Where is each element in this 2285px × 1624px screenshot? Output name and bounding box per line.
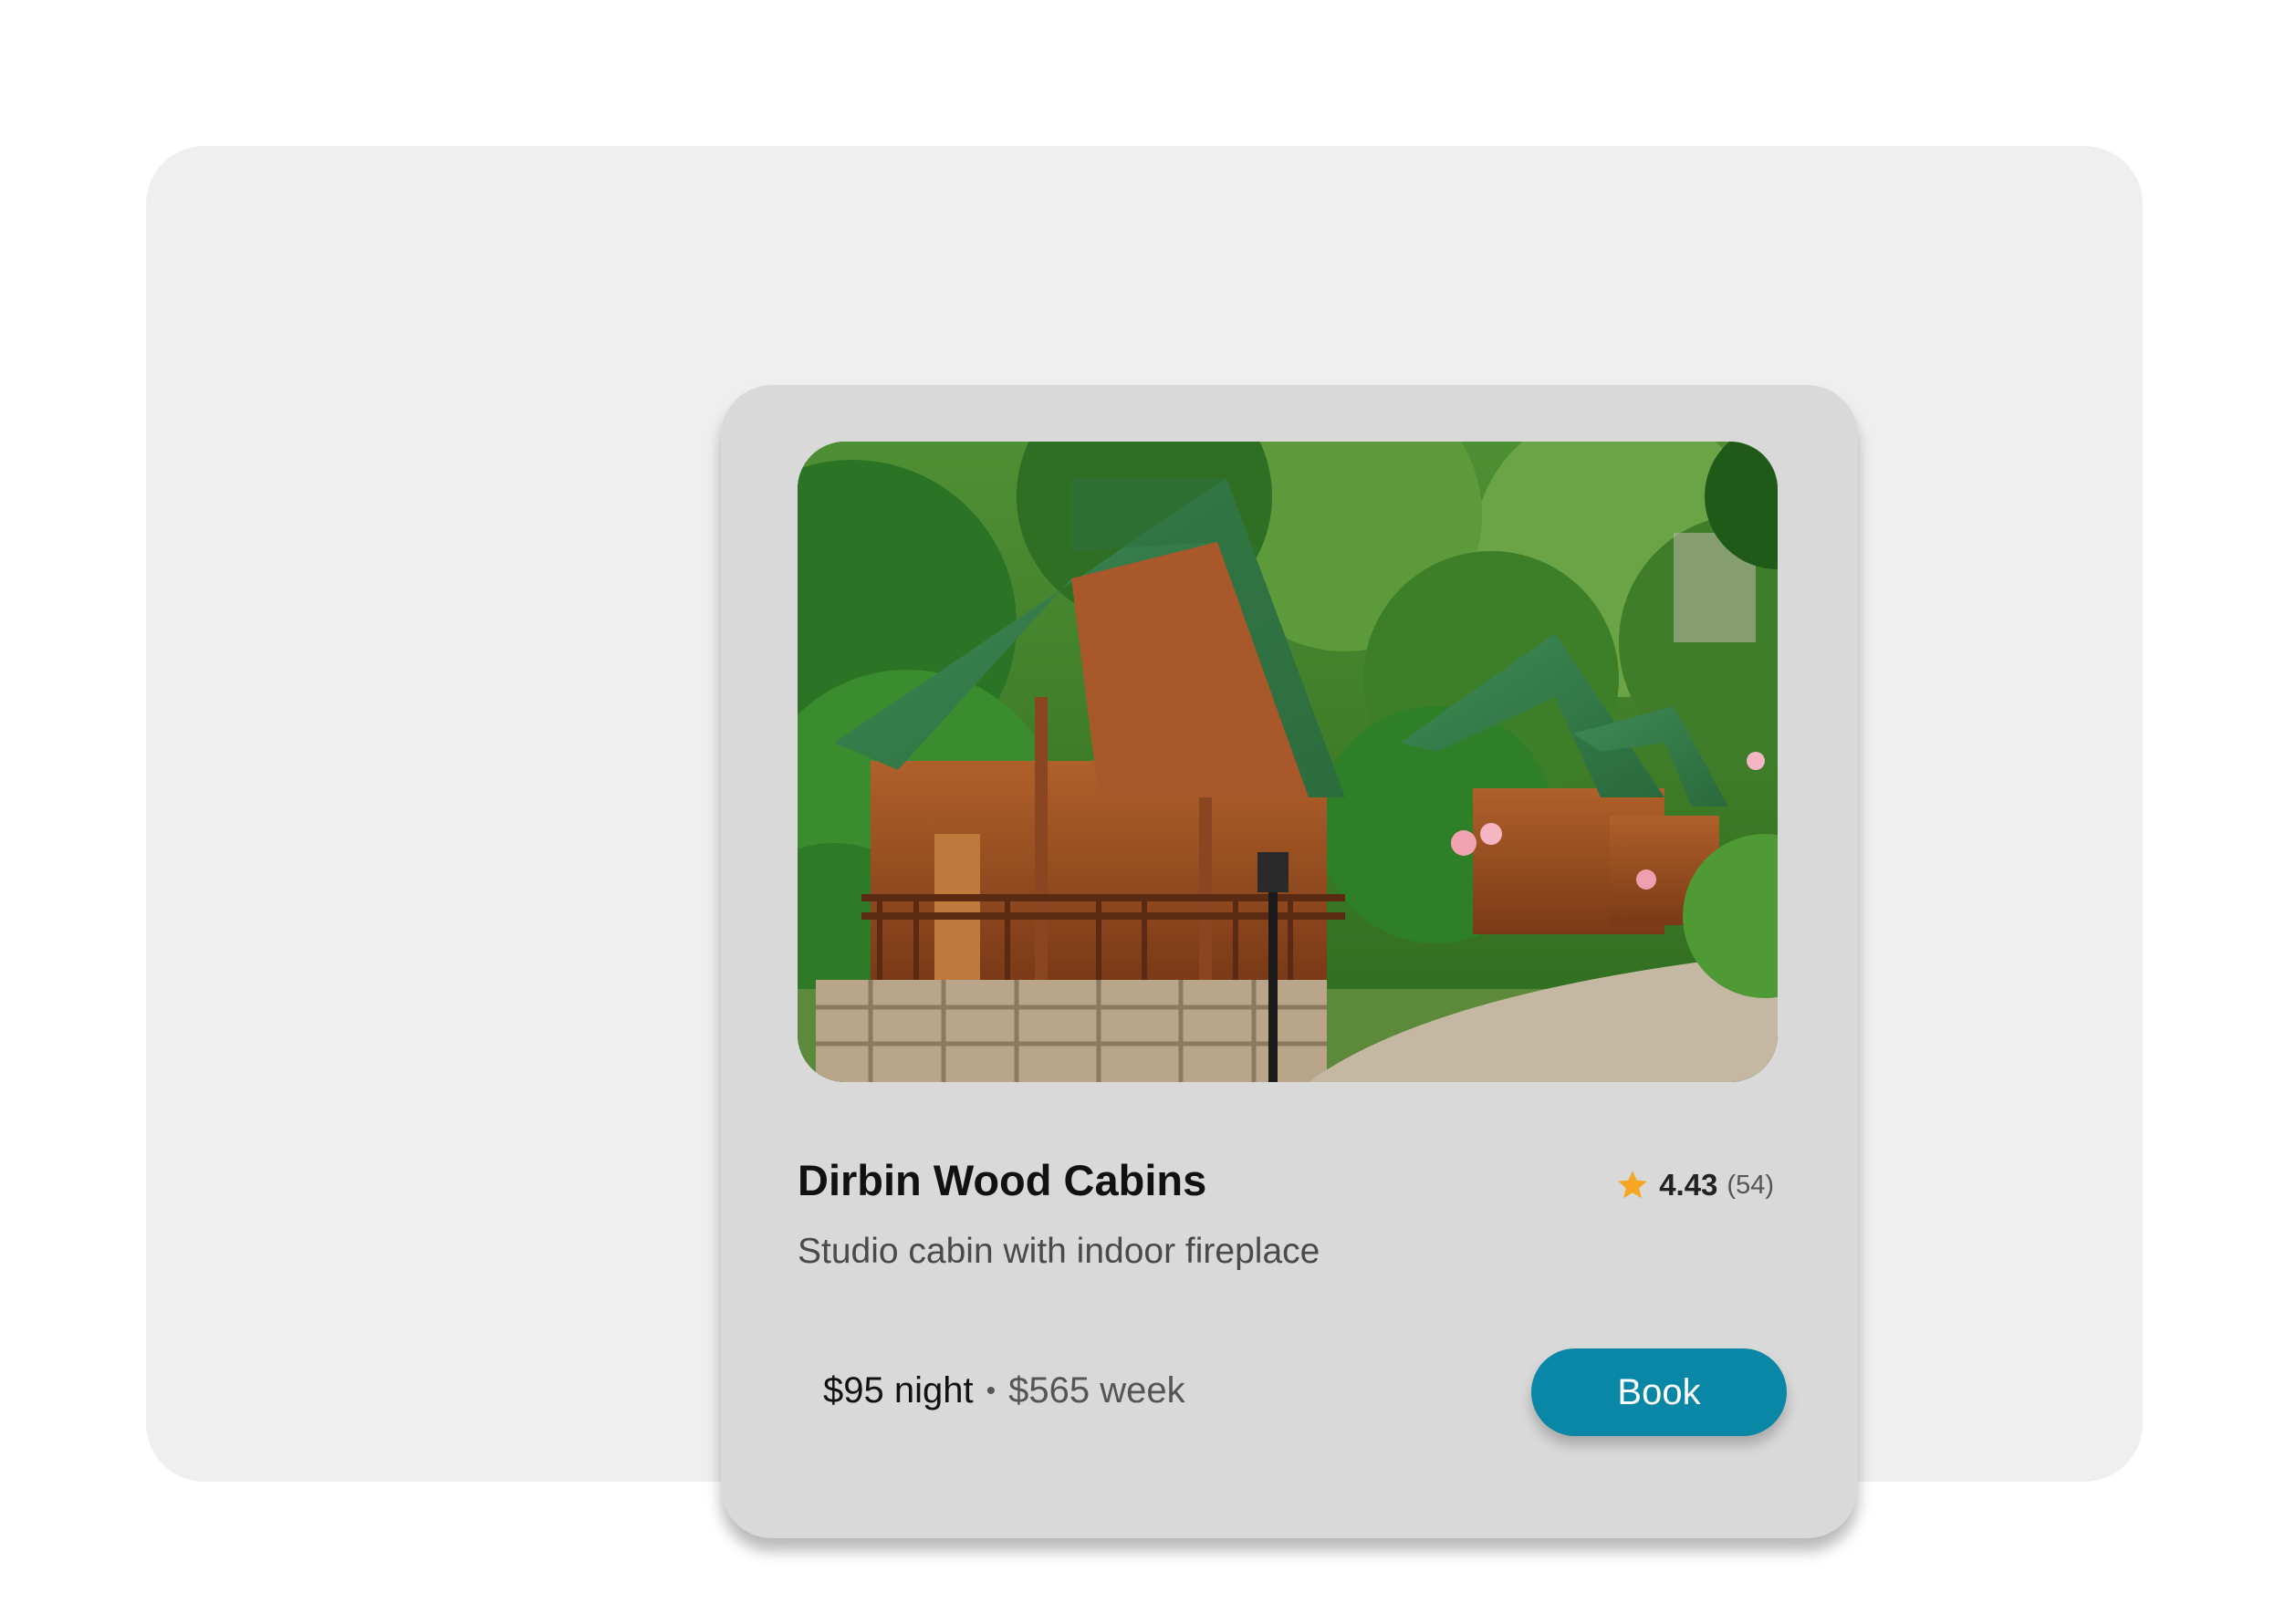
price-per-week: $565 week (1008, 1370, 1185, 1411)
rating-count: (54) (1727, 1170, 1774, 1200)
star-icon (1618, 1171, 1648, 1199)
price-separator: • (986, 1375, 996, 1406)
listing-subtitle: Studio cabin with indoor fireplace (798, 1232, 1320, 1271)
cabin-photo (798, 442, 1778, 1082)
page-background: Dirbin Wood Cabins 4.43 (54) Studio cabi… (146, 146, 2143, 1538)
price-info: $95 night • $565 week (823, 1370, 1185, 1411)
price-per-night: $95 night (823, 1370, 974, 1411)
rating: 4.43 (54) (1615, 1168, 1774, 1202)
listing-card: Dirbin Wood Cabins 4.43 (54) Studio cabi… (721, 385, 1858, 1538)
rating-score: 4.43 (1659, 1168, 1718, 1202)
book-button[interactable]: Book (1531, 1348, 1787, 1436)
listing-title: Dirbin Wood Cabins (798, 1156, 1207, 1204)
